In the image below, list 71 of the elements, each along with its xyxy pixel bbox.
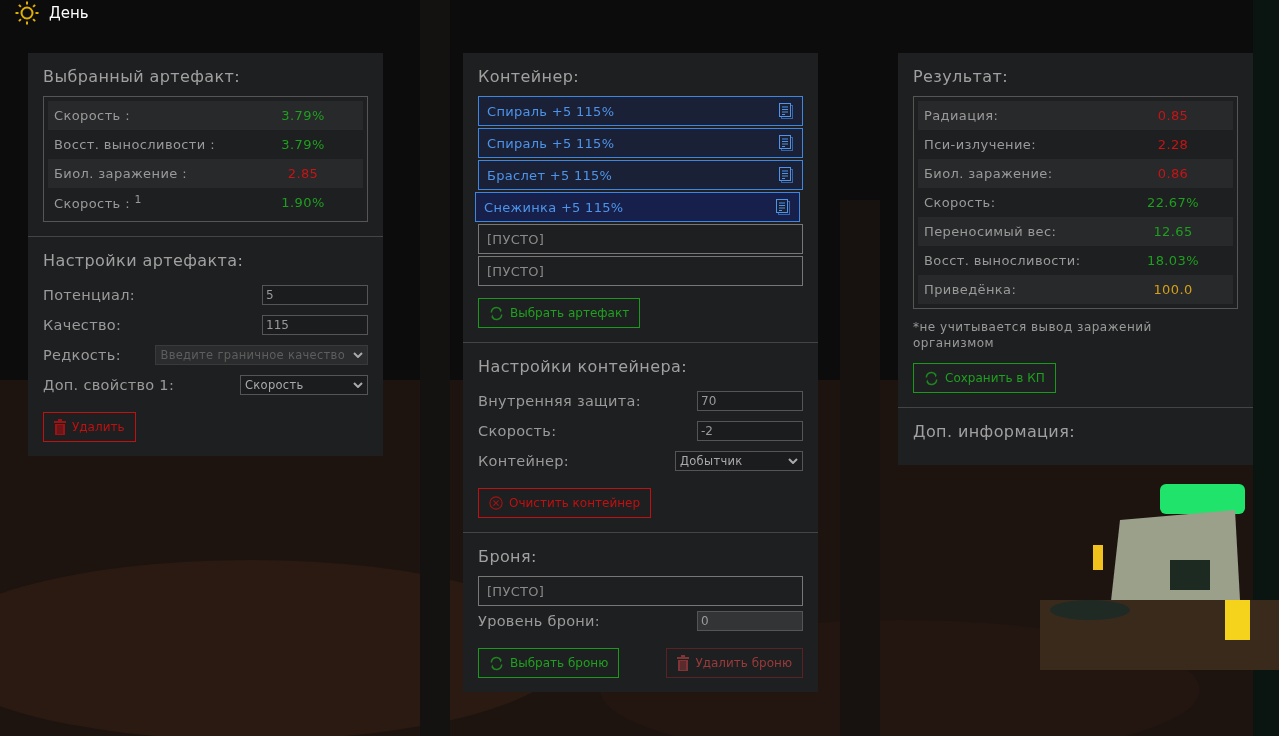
stat-value: 0.85: [1156, 108, 1190, 123]
time-of-day-label: День: [49, 4, 89, 22]
field-label: Редкость:: [43, 347, 121, 363]
copy-icon: [778, 166, 794, 184]
stat-value: 12.65: [1152, 224, 1194, 239]
empty-slot[interactable]: [ПУСТО]: [478, 224, 803, 254]
clear-button[interactable]: Очистить контейнер: [478, 488, 652, 518]
section-title: Настройки артефакта:: [43, 251, 245, 270]
section-title: Доп. информация:: [913, 422, 1076, 441]
chevron-down-icon: [353, 352, 363, 358]
field-label: Внутренняя защита:: [478, 393, 641, 409]
stat-label: Биол. заражение:: [923, 166, 1054, 181]
input-field[interactable]: -2: [697, 421, 803, 441]
field-label: Потенциал:: [43, 287, 135, 303]
section-title: Выбранный артефакт:: [43, 67, 242, 86]
copy-icon: [778, 134, 794, 152]
stat-label: Восст. выносливости :: [53, 137, 216, 152]
stat-value: 3.79%: [280, 137, 326, 152]
artifact-slot[interactable]: Браслет +5 115%: [478, 160, 803, 190]
refresh-icon: [489, 655, 504, 671]
section-title: Броня:: [478, 547, 538, 566]
stat-label: Приведёнка:: [923, 282, 1018, 297]
select-button[interactable]: Сохранить в КП: [913, 363, 1056, 393]
stat-value: 2.85: [286, 166, 320, 181]
stat-label: Скорость:: [923, 195, 997, 210]
field-label: Скорость:: [478, 423, 557, 439]
section-title: Результат:: [913, 67, 1009, 86]
stat-label: Пси-излучение:: [923, 137, 1038, 152]
trash-icon: [677, 655, 690, 671]
input-field[interactable]: 115: [262, 315, 368, 335]
artifact-slot[interactable]: Спираль +5 115%: [478, 128, 803, 158]
stat-value: 18.03%: [1146, 253, 1200, 268]
select-button[interactable]: Выбрать артефакт: [478, 298, 641, 328]
stat-label: Восст. выносливости:: [923, 253, 1082, 268]
input-field[interactable]: 5: [262, 285, 368, 305]
copy-icon: [775, 198, 791, 216]
delete-button[interactable]: Удалить: [43, 412, 136, 442]
stat-label: Скорость :: [53, 108, 131, 123]
stat-value: 2.28: [1156, 137, 1190, 152]
artifact-slot[interactable]: Снежинка +5 115%: [475, 192, 800, 222]
close-circle-icon: [489, 496, 503, 510]
copy-icon: [778, 102, 794, 120]
field-label: Качество:: [43, 317, 122, 333]
chevron-down-icon: [353, 382, 363, 388]
empty-slot[interactable]: [ПУСТО]: [478, 576, 803, 606]
stat-value: 0.86: [1156, 166, 1190, 181]
input-field[interactable]: 70: [697, 391, 803, 411]
stat-label: Скорость : $^{1}$: [53, 193, 143, 212]
artifact-slot[interactable]: Спираль +5 115%: [478, 96, 803, 126]
stat-label: Переносимый вес:: [923, 224, 1058, 239]
section-title: Контейнер:: [478, 67, 581, 86]
field-label: Уровень брони:: [478, 613, 601, 629]
field-label: Контейнер:: [478, 453, 569, 469]
chevron-down-icon: [788, 458, 798, 464]
stat-value: 100.0: [1152, 282, 1194, 297]
refresh-icon: [924, 370, 939, 386]
sun-icon: [15, 1, 39, 25]
stat-value: 1.90%: [280, 195, 326, 210]
dropdown[interactable]: Скорость: [240, 375, 368, 395]
empty-slot[interactable]: [ПУСТО]: [478, 256, 803, 286]
trash-icon: [54, 419, 66, 435]
stat-value: 3.79%: [280, 108, 326, 123]
field-label: Доп. свойство 1:: [43, 377, 175, 393]
stat-label: Биол. заражение :: [53, 166, 188, 181]
dropdown[interactable]: Добытчик: [675, 451, 803, 471]
footnote: *не учитывается вывод заражений организмом: [913, 319, 1153, 351]
refresh-icon: [489, 305, 504, 321]
stat-label: Радиация:: [923, 108, 1000, 123]
stat-value: 22.67%: [1146, 195, 1200, 210]
select-button[interactable]: Выбрать броню: [478, 648, 620, 678]
section-title: Настройки контейнера:: [478, 357, 688, 376]
